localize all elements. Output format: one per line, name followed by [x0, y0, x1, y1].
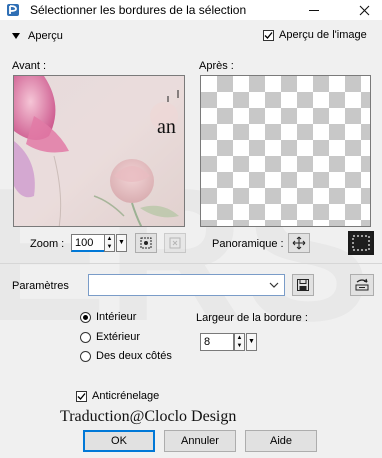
zoom-dropdown[interactable]: ▼	[116, 234, 127, 252]
reset-button[interactable]	[350, 274, 374, 296]
radio-inside-label: Intérieur	[96, 311, 137, 323]
antialias-label: Anticrénelage	[92, 390, 160, 402]
show-selection-button[interactable]	[348, 231, 374, 255]
separator	[0, 263, 382, 264]
radio-circle	[80, 331, 91, 343]
checkbox-box	[76, 390, 87, 402]
help-button[interactable]: Aide	[245, 430, 317, 452]
before-preview-text: an	[157, 116, 176, 138]
actual-size-icon	[169, 237, 181, 249]
minimize-button[interactable]	[296, 0, 332, 20]
radio-outside[interactable]: Extérieur	[80, 331, 140, 343]
dialog-body: ERS Aperçu Aperçu de l'image Avant : Apr…	[0, 20, 382, 458]
before-preview[interactable]: an	[13, 75, 185, 227]
image-preview-label: Aperçu de l'image	[279, 29, 367, 41]
border-width-spinner[interactable]: ▲ ▼	[234, 333, 245, 351]
spin-down-icon: ▼	[236, 343, 243, 349]
zoom-label: Zoom :	[30, 238, 65, 250]
chevron-down-icon	[269, 282, 279, 288]
check-icon	[77, 392, 86, 400]
before-preview-image: an	[14, 76, 184, 226]
radio-outside-label: Extérieur	[96, 331, 141, 343]
selection-marquee-icon	[352, 235, 370, 251]
ok-button[interactable]: OK	[83, 430, 155, 452]
move-arrows-icon	[292, 236, 306, 250]
cancel-button-label: Annuler	[181, 435, 219, 447]
radio-inside[interactable]: Intérieur	[80, 311, 136, 323]
ok-button-label: OK	[111, 435, 127, 447]
check-icon	[264, 31, 273, 39]
radio-circle	[80, 350, 91, 362]
radio-both-label: Des deux côtés	[96, 350, 172, 362]
reset-icon	[355, 278, 369, 291]
pan-label: Panoramique :	[212, 238, 284, 250]
chevron-down-icon	[12, 33, 20, 40]
radio-dot	[83, 314, 88, 320]
checkbox-box	[263, 29, 274, 41]
help-button-label: Aide	[269, 435, 293, 447]
border-width-label: Largeur de la bordure :	[196, 312, 308, 324]
preview-collapse-toggle[interactable]: Aperçu	[12, 30, 63, 42]
border-width-dropdown[interactable]: ▼	[246, 333, 257, 351]
zoom-input[interactable]: 100	[71, 234, 105, 252]
border-width-input[interactable]: 8	[200, 333, 234, 351]
dropdown-arrow-icon: ▼	[118, 239, 125, 246]
radio-circle	[80, 311, 91, 323]
save-icon	[297, 279, 309, 291]
minimize-icon	[309, 9, 319, 11]
translator-watermark: Traduction@Cloclo Design	[60, 408, 237, 425]
radio-both[interactable]: Des deux côtés	[80, 350, 172, 362]
presets-dropdown[interactable]	[88, 274, 285, 296]
window-title: Sélectionner les bordures de la sélectio…	[30, 3, 247, 17]
preview-collapse-label: Aperçu	[28, 30, 63, 42]
presets-label: Paramètres	[12, 280, 69, 292]
title-bar: Sélectionner les bordures de la sélectio…	[0, 0, 382, 20]
zoom-actual-size-button[interactable]	[164, 233, 186, 253]
antialias-checkbox[interactable]: Anticrénelage	[76, 390, 159, 402]
save-preset-button[interactable]	[292, 274, 314, 296]
zoom-fit-icon	[140, 237, 152, 249]
cancel-button[interactable]: Annuler	[164, 430, 236, 452]
spin-up-icon: ▲	[236, 335, 243, 341]
before-label: Avant :	[12, 60, 47, 72]
after-preview[interactable]	[200, 75, 371, 227]
image-preview-checkbox[interactable]: Aperçu de l'image	[263, 29, 367, 41]
zoom-spinner[interactable]: ▲ ▼	[104, 234, 115, 252]
border-width-value: 8	[204, 336, 211, 348]
close-icon	[359, 5, 369, 15]
paintshop-app-icon	[7, 4, 19, 16]
zoom-value: 100	[75, 237, 94, 249]
after-label: Après :	[199, 60, 234, 72]
pan-button[interactable]	[288, 233, 310, 253]
close-button[interactable]	[346, 0, 382, 20]
spin-up-icon: ▲	[106, 236, 113, 242]
dropdown-arrow-icon: ▼	[248, 338, 255, 345]
zoom-to-fit-button[interactable]	[135, 233, 157, 253]
spin-down-icon: ▼	[106, 244, 113, 250]
